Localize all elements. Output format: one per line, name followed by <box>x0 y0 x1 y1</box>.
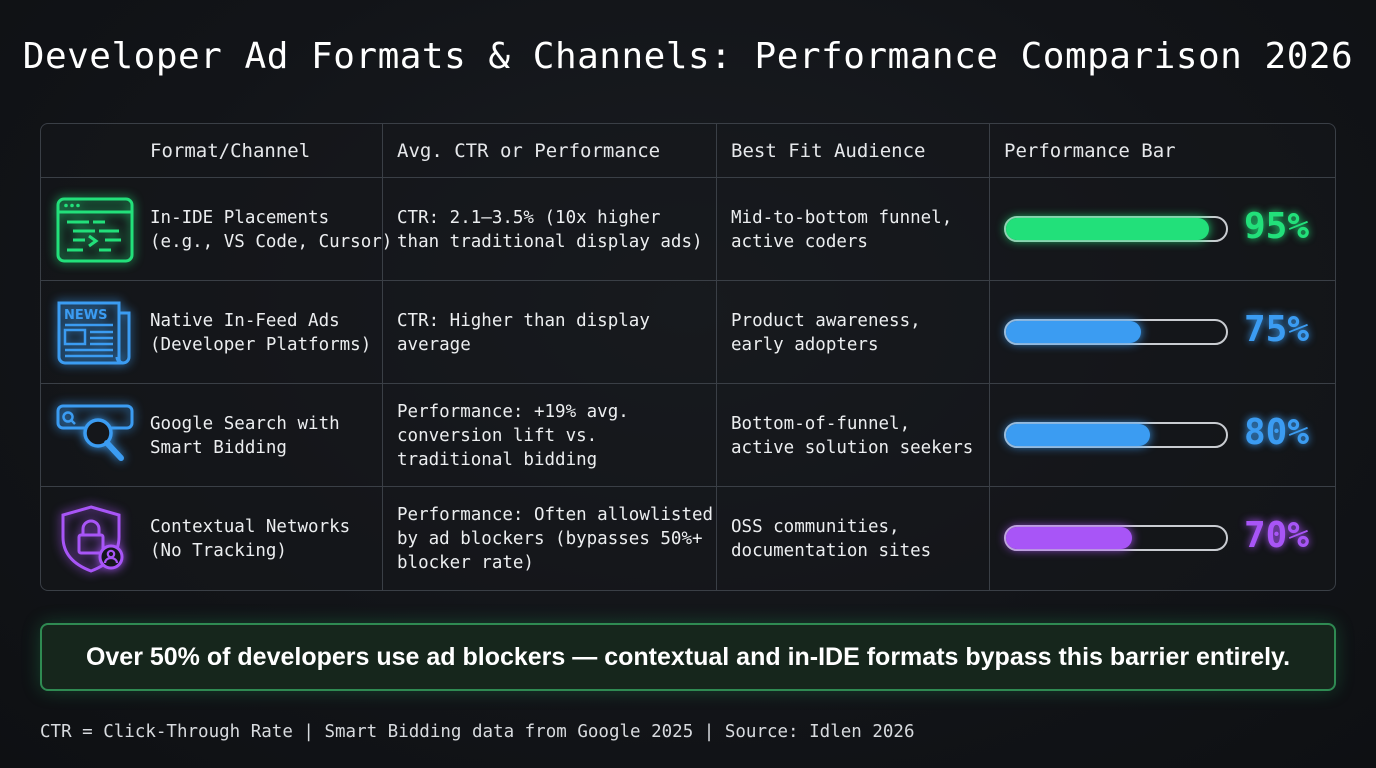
header-performance: Avg. CTR or Performance <box>397 140 661 162</box>
header-audience: Best Fit Audience <box>731 140 926 162</box>
search-magnifier-icon <box>55 402 135 470</box>
format-cell: Google Search with Smart Bidding <box>150 413 340 458</box>
audience-cell: Product awareness, early adopters <box>731 310 921 355</box>
audience-cell: Bottom-of-funnel, active solution seeker… <box>731 413 974 458</box>
performance-bar-fill <box>1006 424 1151 446</box>
performance-cell: Performance: +19% avg. conversion lift v… <box>397 401 629 470</box>
performance-bar-fill <box>1006 321 1142 343</box>
performance-bar-track <box>1004 525 1228 551</box>
page-title: Developer Ad Formats & Channels: Perform… <box>22 36 1354 77</box>
performance-cell: CTR: 2.1–3.5% (10x higher than tradition… <box>397 207 703 252</box>
format-cell: In-IDE Placements (e.g., VS Code, Cursor… <box>150 207 393 252</box>
format-cell: Native In-Feed Ads (Developer Platforms) <box>150 310 372 355</box>
footnote: CTR = Click-Through Rate | Smart Bidding… <box>40 722 915 742</box>
format-cell: Contextual Networks (No Tracking) <box>150 516 351 561</box>
privacy-shield-lock-icon <box>55 505 135 573</box>
audience-cell: Mid-to-bottom funnel, active coders <box>731 207 953 252</box>
performance-percent-label: 75% <box>1244 309 1310 350</box>
header-bar: Performance Bar <box>1004 140 1176 162</box>
header-format: Format/Channel <box>150 140 311 162</box>
performance-percent-label: 70% <box>1244 515 1310 556</box>
table-header-row: Format/Channel Avg. CTR or Performance B… <box>41 124 1335 178</box>
audience-cell: OSS communities, documentation sites <box>731 516 932 561</box>
performance-bar-track <box>1004 319 1228 345</box>
svg-text:NEWS: NEWS <box>64 308 107 323</box>
table-row: Google Search with Smart Bidding Performa… <box>41 384 1335 487</box>
performance-bar-fill <box>1006 218 1209 240</box>
performance-cell: Performance: Often allowlisted by ad blo… <box>397 504 714 573</box>
performance-bar-fill <box>1006 527 1133 549</box>
performance-bar-track <box>1004 422 1228 448</box>
table-row: Contextual Networks (No Tracking) Perform… <box>41 487 1335 590</box>
comparison-table: Format/Channel Avg. CTR or Performance B… <box>40 123 1336 591</box>
newspaper-icon: NEWS <box>55 299 135 367</box>
table-row: NEWS Native In-Feed Ads (Developer Platfo… <box>41 281 1335 384</box>
table-row: In-IDE Placements (e.g., VS Code, Cursor… <box>41 178 1335 281</box>
ad-blocker-callout: Over 50% of developers use ad blockers —… <box>40 623 1336 691</box>
performance-cell: CTR: Higher than display average <box>397 310 650 355</box>
performance-percent-label: 80% <box>1244 412 1310 453</box>
code-editor-icon <box>55 196 135 264</box>
performance-percent-label: 95% <box>1244 206 1310 247</box>
performance-bar-track <box>1004 216 1228 242</box>
